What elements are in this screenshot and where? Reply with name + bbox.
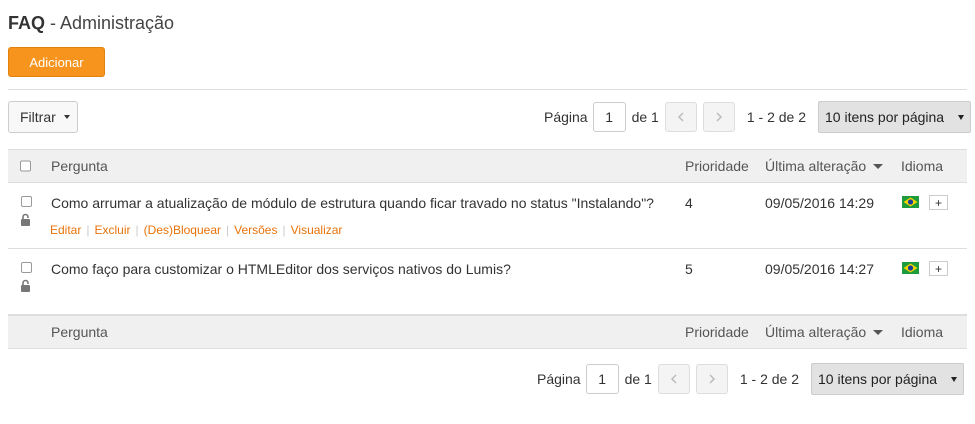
pager-top: Página de 1 1 - 2 de 2 10 itens por pági… bbox=[544, 101, 971, 133]
lock-unlock-link[interactable]: (Des)Bloquear bbox=[144, 223, 221, 237]
caret-down-icon bbox=[63, 115, 70, 119]
items-per-page-select[interactable]: 10 itens por página bbox=[811, 363, 964, 395]
versions-link[interactable]: Versões bbox=[234, 223, 277, 237]
next-page-button[interactable] bbox=[695, 364, 728, 394]
brazil-flag-icon[interactable] bbox=[902, 196, 919, 208]
row-checkbox[interactable] bbox=[21, 262, 32, 273]
table-footer: Pergunta Prioridade Última alteração Idi… bbox=[8, 315, 967, 349]
prev-page-icon bbox=[670, 374, 677, 384]
column-last-change-label: Última alteração bbox=[765, 158, 867, 174]
add-language-button[interactable]: + bbox=[929, 261, 948, 276]
items-per-page-value: 10 itens por página bbox=[818, 371, 938, 387]
column-last-change[interactable]: Última alteração bbox=[765, 324, 884, 340]
pager-bottom: Página de 1 1 - 2 de 2 10 itens por pági… bbox=[537, 363, 964, 395]
prev-page-button[interactable] bbox=[657, 364, 690, 394]
filter-button[interactable]: Filtrar bbox=[8, 101, 78, 133]
column-question[interactable]: Pergunta bbox=[51, 158, 108, 174]
view-link[interactable]: Visualizar bbox=[291, 223, 343, 237]
prev-page-icon bbox=[677, 112, 684, 122]
add-button[interactable]: Adicionar bbox=[8, 47, 105, 77]
page-label: Página bbox=[544, 109, 588, 125]
page-count-label: de 1 bbox=[624, 371, 652, 387]
item-range: 1 - 2 de 2 bbox=[746, 109, 806, 125]
lock-icon[interactable] bbox=[20, 213, 31, 227]
column-language: Idioma bbox=[901, 158, 944, 174]
row-checkbox[interactable] bbox=[21, 196, 32, 207]
column-priority[interactable]: Prioridade bbox=[685, 158, 749, 174]
next-page-icon bbox=[716, 112, 722, 122]
row-date: 09/05/2016 14:27 bbox=[765, 261, 874, 277]
chevron-down-icon bbox=[951, 376, 957, 382]
edit-link[interactable]: Editar bbox=[50, 223, 81, 237]
table-row: Como arrumar a atualização de módulo de … bbox=[8, 183, 967, 249]
separator: | bbox=[86, 223, 90, 237]
column-priority[interactable]: Prioridade bbox=[685, 324, 749, 340]
filter-label: Filtrar bbox=[20, 109, 56, 125]
table-row: Como faço para customizar o HTMLEditor d… bbox=[8, 249, 967, 315]
row-actions: Editar | Excluir | (Des)Bloquear | Versõ… bbox=[50, 223, 342, 237]
column-language: Idioma bbox=[901, 324, 944, 340]
next-page-icon bbox=[709, 374, 715, 384]
row-question: Como faço para customizar o HTMLEditor d… bbox=[51, 261, 511, 277]
brazil-flag-icon[interactable] bbox=[902, 262, 919, 274]
column-last-change[interactable]: Última alteração bbox=[765, 158, 884, 174]
separator: | bbox=[282, 223, 286, 237]
page-title: FAQ - Administração bbox=[8, 13, 174, 34]
table-header: Pergunta Prioridade Última alteração Idi… bbox=[8, 149, 967, 183]
row-priority: 5 bbox=[685, 261, 693, 277]
faq-table: Pergunta Prioridade Última alteração Idi… bbox=[8, 149, 967, 349]
sort-desc-icon bbox=[873, 329, 884, 335]
column-question[interactable]: Pergunta bbox=[51, 324, 108, 340]
delete-link[interactable]: Excluir bbox=[94, 223, 130, 237]
item-range: 1 - 2 de 2 bbox=[739, 371, 799, 387]
page-number-input[interactable] bbox=[585, 364, 619, 394]
items-per-page-value: 10 itens por página bbox=[825, 109, 945, 125]
items-per-page-select[interactable]: 10 itens por página bbox=[818, 101, 971, 133]
sort-desc-icon bbox=[873, 163, 884, 169]
page-count-label: de 1 bbox=[631, 109, 659, 125]
row-date: 09/05/2016 14:29 bbox=[765, 195, 874, 211]
column-last-change-label: Última alteração bbox=[765, 324, 867, 340]
separator: | bbox=[135, 223, 139, 237]
next-page-button[interactable] bbox=[702, 102, 735, 132]
row-priority: 4 bbox=[685, 195, 693, 211]
page-number-input[interactable] bbox=[592, 102, 626, 132]
add-language-button[interactable]: + bbox=[929, 195, 948, 210]
page-title-rest: - Administração bbox=[45, 13, 175, 33]
separator: | bbox=[226, 223, 230, 237]
divider bbox=[8, 89, 967, 90]
prev-page-button[interactable] bbox=[664, 102, 697, 132]
page-label: Página bbox=[537, 371, 581, 387]
lock-icon[interactable] bbox=[20, 279, 31, 293]
row-question: Como arrumar a atualização de módulo de … bbox=[51, 195, 654, 211]
page-title-bold: FAQ bbox=[8, 13, 46, 33]
select-all-checkbox[interactable] bbox=[20, 160, 31, 172]
chevron-down-icon bbox=[958, 114, 964, 120]
